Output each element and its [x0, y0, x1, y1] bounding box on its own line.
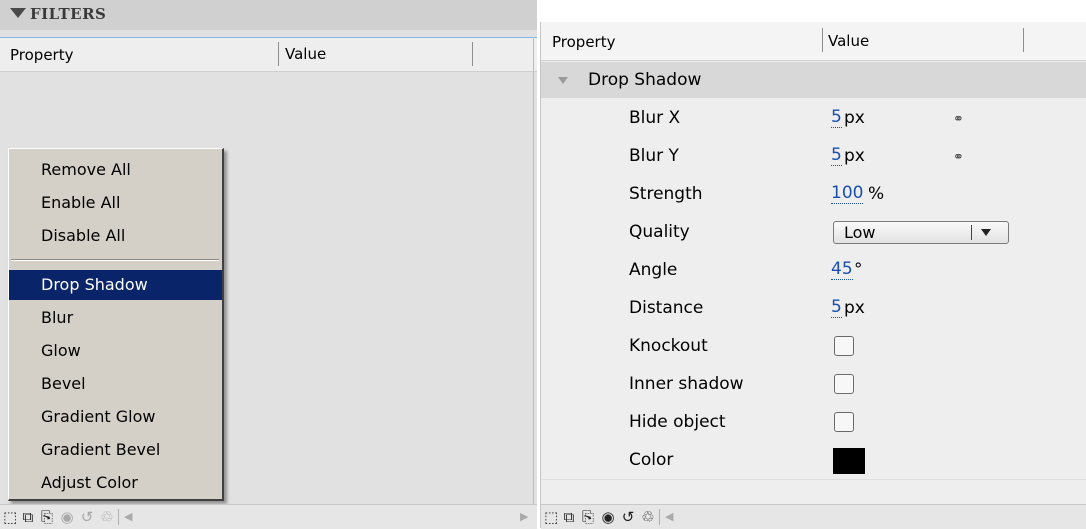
menu-item-glow[interactable]: Glow	[9, 336, 222, 366]
menu-item-disable-all[interactable]: Disable All	[9, 221, 222, 251]
row-quality: Quality Low	[541, 213, 1086, 252]
column-header: Property Value	[541, 22, 1086, 61]
column-property[interactable]: Property	[552, 33, 615, 51]
property-label: Angle	[629, 260, 678, 280]
toolbar-divider	[118, 509, 119, 525]
link-chain-icon[interactable]: ⚭	[953, 112, 964, 127]
unit-label: px	[844, 298, 865, 318]
eye-icon[interactable]: ◉	[60, 509, 74, 525]
knockout-checkbox[interactable]	[834, 336, 854, 356]
property-label: Blur Y	[629, 146, 679, 166]
property-label: Inner shadow	[629, 374, 744, 394]
row-knockout: Knockout	[541, 327, 1086, 366]
link-chain-icon[interactable]: ⚭	[953, 150, 964, 165]
menu-item-gradient-bevel[interactable]: Gradient Bevel	[9, 435, 222, 465]
property-label: Blur X	[629, 108, 681, 128]
menu-item-gradient-glow[interactable]: Gradient Glow	[9, 402, 222, 432]
unit-label: °	[854, 260, 863, 280]
chevron-down-icon	[981, 229, 991, 236]
menu-item-bevel[interactable]: Bevel	[9, 369, 222, 399]
toolbar-divider	[659, 509, 660, 525]
strength-value[interactable]: 100	[831, 184, 864, 204]
unit-label: px	[844, 146, 865, 166]
quality-selected-value: Low	[844, 223, 876, 242]
row-strength: Strength 100 %	[541, 175, 1086, 214]
scroll-left-icon[interactable]: ◀	[124, 510, 132, 523]
collapse-triangle-icon[interactable]	[10, 8, 26, 18]
color-swatch[interactable]	[833, 448, 865, 474]
property-label: Color	[629, 450, 674, 470]
expand-triangle-icon[interactable]	[558, 77, 568, 84]
column-divider[interactable]	[1023, 28, 1024, 52]
blur-y-value[interactable]: 5	[831, 146, 842, 166]
delete-icon[interactable]: ♲	[100, 509, 114, 525]
row-hide-object: Hide object	[541, 403, 1086, 442]
eye-icon[interactable]: ◉	[601, 509, 615, 525]
filter-group-drop-shadow[interactable]: Drop Shadow	[541, 62, 1086, 98]
delete-icon[interactable]: ♲	[641, 509, 655, 525]
menu-separator	[11, 259, 219, 261]
row-color: Color	[541, 441, 1086, 480]
section-title: FILTERS	[30, 5, 107, 23]
hide-object-checkbox[interactable]	[834, 412, 854, 432]
filters-toolbar: ⬚ ⧉ ⎘ ◉ ↺ ♲ ◀	[541, 504, 1086, 529]
filters-section-header[interactable]: FILTERS	[0, 0, 537, 30]
reset-icon[interactable]: ↺	[621, 509, 635, 525]
property-label: Quality	[629, 222, 690, 242]
row-distance: Distance 5 px	[541, 289, 1086, 328]
presets-icon[interactable]: ⧉	[21, 509, 35, 525]
add-filter-context-menu: Remove All Enable All Disable All Drop S…	[8, 148, 224, 501]
distance-value[interactable]: 5	[831, 298, 842, 318]
row-blur-x: Blur X 5 px ⚭	[541, 99, 1086, 138]
menu-item-remove-all[interactable]: Remove All	[9, 155, 222, 185]
column-divider[interactable]	[472, 42, 473, 66]
presets-icon[interactable]: ⧉	[562, 509, 576, 525]
angle-value[interactable]: 45	[831, 260, 853, 280]
scroll-right-icon[interactable]: ▶	[520, 510, 528, 523]
filter-group-label: Drop Shadow	[588, 70, 702, 90]
column-header: Property Value	[0, 37, 537, 72]
property-label: Strength	[629, 184, 703, 204]
row-inner-shadow: Inner shadow	[541, 365, 1086, 404]
property-label: Hide object	[629, 412, 726, 432]
property-label: Knockout	[629, 336, 708, 356]
menu-item-drop-shadow[interactable]: Drop Shadow	[9, 270, 222, 300]
column-divider[interactable]	[822, 28, 823, 52]
column-property[interactable]: Property	[10, 46, 73, 64]
filters-panel-left: FILTERS Property Value Remove All Enable…	[0, 0, 537, 529]
inner-shadow-checkbox[interactable]	[834, 374, 854, 394]
unit-label: %	[868, 184, 885, 204]
scroll-left-icon[interactable]: ◀	[665, 510, 673, 523]
row-angle: Angle 45 °	[541, 251, 1086, 290]
clipboard-icon[interactable]: ⎘	[40, 509, 54, 525]
panel-border	[533, 37, 534, 505]
column-divider[interactable]	[278, 42, 279, 66]
column-value[interactable]: Value	[285, 45, 326, 63]
unit-label: px	[844, 108, 865, 128]
menu-item-blur[interactable]: Blur	[9, 303, 222, 333]
filters-toolbar: ⬚ ⧉ ⎘ ◉ ↺ ♲ ◀ ▶	[0, 504, 537, 529]
quality-dropdown[interactable]: Low	[833, 221, 1009, 244]
filters-panel-right: Property Value Drop Shadow Blur X 5 px ⚭…	[540, 22, 1086, 529]
column-value[interactable]: Value	[828, 32, 869, 50]
reset-icon[interactable]: ↺	[80, 509, 94, 525]
dropdown-divider	[971, 225, 972, 240]
add-filter-icon[interactable]: ⬚	[544, 509, 558, 525]
row-blur-y: Blur Y 5 px ⚭	[541, 137, 1086, 176]
clipboard-icon[interactable]: ⎘	[581, 509, 595, 525]
menu-item-enable-all[interactable]: Enable All	[9, 188, 222, 218]
menu-item-adjust-color[interactable]: Adjust Color	[9, 468, 222, 498]
add-filter-icon[interactable]: ⬚	[3, 509, 17, 525]
blur-x-value[interactable]: 5	[831, 108, 842, 128]
property-label: Distance	[629, 298, 704, 318]
